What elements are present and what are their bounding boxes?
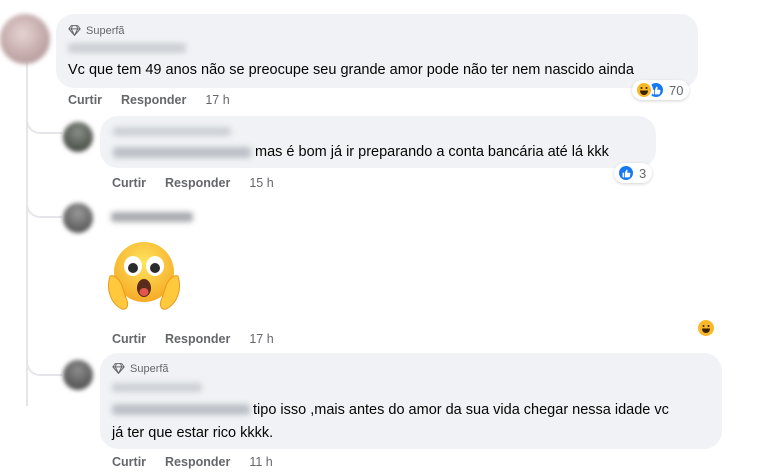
timestamp[interactable]: 15 h xyxy=(249,176,273,190)
comment-actions: Curtir Responder 15 h xyxy=(112,176,293,190)
comment-actions: Curtir Responder 11 h xyxy=(112,455,292,469)
comment-text: Vc que tem 49 anos não se preocupe seu g… xyxy=(68,62,634,78)
author-name[interactable] xyxy=(68,43,186,53)
author-name[interactable] xyxy=(112,383,202,392)
avatar[interactable] xyxy=(63,360,93,390)
like-icon xyxy=(617,164,635,182)
reply-button[interactable]: Responder xyxy=(165,332,230,346)
diamond-icon xyxy=(112,363,125,374)
comment-actions: Curtir Responder 17 h xyxy=(68,93,249,107)
comment-text-line-1: tipo isso ,mais antes do amor da sua vid… xyxy=(253,402,669,418)
comment-text: mas é bom já ir preparando a conta bancá… xyxy=(255,144,609,160)
reaction-summary[interactable]: 3 xyxy=(614,163,653,183)
haha-icon xyxy=(635,81,653,99)
reply-button[interactable]: Responder xyxy=(165,176,230,190)
timestamp[interactable]: 17 h xyxy=(249,332,273,346)
timestamp[interactable]: 17 h xyxy=(205,93,229,107)
badge-label: Superfã xyxy=(130,362,169,375)
reaction-count: 70 xyxy=(669,82,684,98)
like-button[interactable]: Curtir xyxy=(112,176,146,190)
thread-connector xyxy=(26,108,62,134)
like-button[interactable]: Curtir xyxy=(68,93,102,107)
comment-text-line-2: já ter que estar rico kkkk. xyxy=(112,425,274,441)
diamond-icon xyxy=(68,25,81,36)
avatar[interactable] xyxy=(63,203,93,233)
reaction-summary[interactable] xyxy=(696,318,716,340)
like-button[interactable]: Curtir xyxy=(112,455,146,469)
avatar[interactable] xyxy=(63,122,93,152)
reply-button[interactable]: Responder xyxy=(165,455,230,469)
thread-connector xyxy=(26,352,62,376)
timestamp[interactable]: 11 h xyxy=(249,455,272,469)
tagged-user-name[interactable] xyxy=(113,147,251,158)
reply-button[interactable]: Responder xyxy=(121,93,186,107)
shocked-face-emoji xyxy=(104,236,184,314)
like-button[interactable]: Curtir xyxy=(112,332,146,346)
avatar[interactable] xyxy=(0,14,50,64)
reaction-count: 3 xyxy=(639,165,647,181)
badge-label: Superfã xyxy=(86,24,125,37)
comment-actions: Curtir Responder 17 h xyxy=(112,332,293,346)
superfan-badge: Superfã xyxy=(112,362,169,375)
author-name[interactable] xyxy=(113,127,231,136)
thread-connector xyxy=(26,196,62,218)
superfan-badge: Superfã xyxy=(68,24,125,37)
reaction-summary[interactable]: 70 xyxy=(632,80,690,100)
tagged-user-name[interactable] xyxy=(112,404,250,415)
author-name[interactable] xyxy=(111,212,193,222)
haha-icon xyxy=(696,318,716,338)
